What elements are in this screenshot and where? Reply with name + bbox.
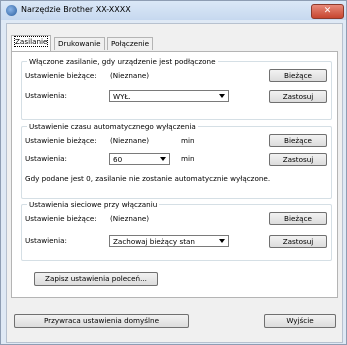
- auto-off-setting-label: Ustawienia:: [25, 154, 67, 163]
- auto-off-setting-select[interactable]: 60: [109, 153, 170, 165]
- auto-off-current-value: (Nieznane): [110, 136, 150, 145]
- auto-off-current-label: Ustawienie bieżące:: [25, 136, 97, 145]
- client-area: Zasilanie Drukowanie Połączenie Włączone…: [6, 23, 343, 343]
- auto-off-setting-unit: min: [181, 154, 195, 163]
- tab-printing[interactable]: Drukowanie: [54, 37, 105, 50]
- power-on-current-value: (Nieznane): [110, 71, 150, 80]
- auto-off-setting-value: 60: [113, 155, 123, 164]
- chevron-down-icon: [219, 239, 225, 243]
- close-button[interactable]: ✕: [311, 4, 344, 19]
- window-title: Narzędzie Brother XX-XXXX: [21, 5, 131, 14]
- auto-off-group: Ustawienie czasu automatycznego wyłączen…: [21, 122, 332, 199]
- network-current-label: Ustawienie bieżące:: [25, 214, 97, 223]
- network-apply-button[interactable]: Zastosuj: [269, 235, 327, 248]
- auto-off-note: Gdy podane jest 0, zasilanie nie zostani…: [25, 174, 271, 183]
- app-icon: [6, 5, 17, 16]
- network-setting-select[interactable]: Zachowaj bieżący stan: [109, 235, 229, 247]
- auto-off-current-unit: min: [181, 136, 195, 145]
- power-on-current-button[interactable]: Bieżące: [269, 69, 327, 82]
- network-setting-label: Ustawienia:: [25, 236, 67, 245]
- exit-button[interactable]: Wyjście: [264, 314, 336, 328]
- app-window: Narzędzie Brother XX-XXXX ✕ Zasilanie Dr…: [0, 0, 347, 345]
- chevron-down-icon: [160, 157, 166, 161]
- network-legend: Ustawienia sieciowe przy włączaniu: [27, 200, 160, 209]
- network-setting-value: Zachowaj bieżący stan: [113, 237, 195, 246]
- power-on-group: Włączone zasilanie, gdy urządzenie jest …: [21, 57, 332, 120]
- power-on-setting-select[interactable]: WYŁ.: [109, 90, 229, 102]
- title-bar[interactable]: Narzędzie Brother XX-XXXX ✕: [1, 1, 346, 20]
- auto-off-legend: Ustawienie czasu automatycznego wyłączen…: [27, 122, 198, 131]
- restore-defaults-button[interactable]: Przywraca ustawienia domyślne: [14, 314, 189, 328]
- chevron-down-icon: [219, 94, 225, 98]
- tab-power-label: Zasilanie: [13, 36, 49, 47]
- power-on-apply-button[interactable]: Zastosuj: [269, 90, 327, 103]
- network-current-button[interactable]: Bieżące: [269, 212, 327, 225]
- power-on-legend: Włączone zasilanie, gdy urządzenie jest …: [27, 57, 218, 66]
- auto-off-current-button[interactable]: Bieżące: [269, 134, 327, 147]
- network-group: Ustawienia sieciowe przy włączaniu Ustaw…: [21, 200, 332, 261]
- network-current-value: (Nieznane): [110, 214, 150, 223]
- tab-panel: Włączone zasilanie, gdy urządzenie jest …: [11, 51, 338, 298]
- auto-off-apply-button[interactable]: Zastosuj: [269, 153, 327, 166]
- power-on-current-label: Ustawienie bieżące:: [25, 71, 97, 80]
- tab-power[interactable]: Zasilanie: [11, 35, 52, 51]
- power-on-setting-label: Ustawienia:: [25, 91, 67, 100]
- power-on-setting-value: WYŁ.: [113, 92, 131, 101]
- tab-connection[interactable]: Połączenie: [107, 37, 154, 50]
- save-commands-button[interactable]: Zapisz ustawienia poleceń...: [34, 272, 158, 286]
